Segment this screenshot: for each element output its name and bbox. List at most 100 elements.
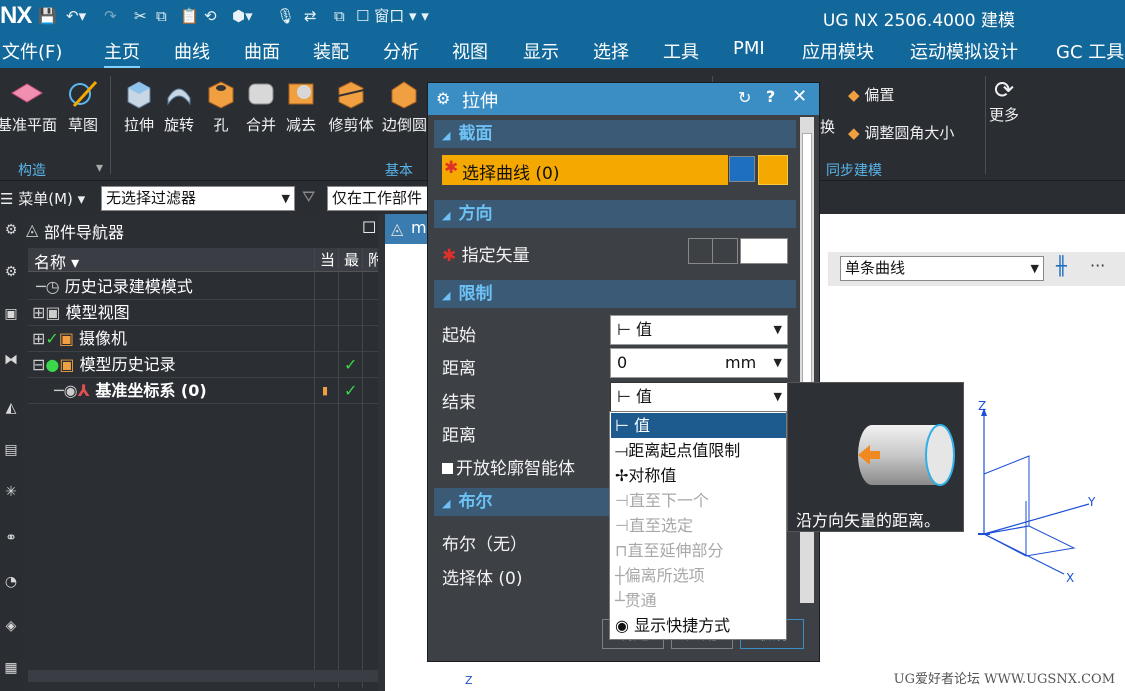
curve-rule-icon[interactable]: ╫: [1056, 256, 1067, 277]
column-name[interactable]: 名称 ▾: [34, 249, 79, 273]
scrollbar-thumb[interactable]: [802, 133, 812, 383]
dropdown-item-symmetric[interactable]: ✢对称值: [611, 463, 786, 488]
hole-button[interactable]: 孔: [202, 76, 240, 135]
repeat-icon[interactable]: ⟲: [204, 6, 217, 26]
group-construct-menu-icon[interactable]: ▾: [96, 160, 103, 176]
scope-select[interactable]: 仅在工作部件: [327, 186, 437, 211]
select-body-label[interactable]: 选择体 (0): [442, 564, 522, 589]
tree-row-datum-csys[interactable]: ─◉⅄ 基准坐标系 (0) ▮ ✓: [28, 378, 378, 404]
end-select[interactable]: ⊢ 值 ▼: [610, 382, 788, 412]
type-filter-select[interactable]: 无选择过滤器 ▼: [101, 186, 295, 211]
cube-icon[interactable]: ▣: [2, 306, 20, 324]
more-options-icon[interactable]: ···: [1090, 256, 1105, 275]
coordinate-icon[interactable]: ✳: [2, 484, 20, 502]
unite-button[interactable]: 合并: [242, 76, 280, 135]
tree-row-model-views[interactable]: ⊞▣ 模型视图: [28, 300, 378, 326]
close-icon[interactable]: ✕: [792, 86, 807, 107]
menu-view[interactable]: 视图: [452, 38, 488, 64]
open-profile-checkbox[interactable]: 开放轮廓智能体: [442, 454, 575, 479]
web-icon[interactable]: ▦: [2, 660, 20, 678]
save-icon[interactable]: 💾: [38, 6, 57, 26]
column-attach[interactable]: 附: [368, 249, 378, 270]
tree-row-history-mode[interactable]: ─◷ 历史记录建模模式: [28, 274, 378, 300]
dropdown-item-show-shortcuts[interactable]: ◉ 显示快捷方式: [611, 613, 786, 638]
menu-select[interactable]: 选择: [593, 38, 629, 64]
roles-icon[interactable]: ◭: [2, 400, 20, 418]
offset-button[interactable]: ◆ 偏置: [848, 84, 894, 105]
section-header-limits[interactable]: ◢ 限制: [434, 280, 796, 308]
paste-icon[interactable]: 📋: [180, 6, 199, 26]
menu-home[interactable]: 主页: [104, 38, 140, 68]
tree-row-cameras[interactable]: ⊞✓▣ 摄像机: [28, 326, 378, 352]
menu-button[interactable]: ☰ 菜单(M) ▾: [0, 188, 85, 209]
revolve-button[interactable]: 旋转: [160, 76, 198, 135]
menu-gc-tools[interactable]: GC 工具: [1056, 38, 1124, 64]
trim-body-button[interactable]: 修剪体: [326, 76, 376, 135]
window-switch-icon[interactable]: ⧉: [334, 6, 345, 26]
sketch-section-icon[interactable]: [729, 156, 755, 182]
reset-icon[interactable]: ↻: [738, 88, 751, 107]
dropdown-item-value[interactable]: ⊢ 值: [611, 413, 786, 438]
tree-row-model-history[interactable]: ⊟●▣ 模型历史记录 ✓: [28, 352, 378, 378]
window-menu[interactable]: ☐ 窗口 ▾ ▾: [356, 6, 429, 26]
specify-vector-row[interactable]: ✱ 指定矢量: [442, 241, 530, 266]
menu-assembly[interactable]: 装配: [313, 38, 349, 64]
microphone-icon[interactable]: 🎙: [276, 6, 295, 26]
reverse-direction-icon[interactable]: [688, 238, 714, 264]
select-curve-row[interactable]: ✱ 选择曲线 (0): [442, 155, 728, 185]
distance-input[interactable]: 0 mm ▼: [610, 348, 788, 378]
dialog-title-bar[interactable]: ⚙ 拉伸 ↻ ? ✕: [428, 83, 819, 115]
filter-icon[interactable]: ⛛: [302, 187, 315, 207]
checkbox-box[interactable]: [442, 463, 453, 474]
replace-label[interactable]: 换: [820, 116, 835, 137]
gear-icon[interactable]: ⚙: [436, 89, 450, 108]
maximize-icon[interactable]: ☐: [362, 218, 376, 237]
menu-tools[interactable]: 工具: [663, 38, 699, 64]
sketch-button[interactable]: 草图: [64, 76, 102, 135]
curve-select-icon[interactable]: [758, 155, 788, 185]
view-cube-icon[interactable]: ⬢▾: [232, 6, 253, 26]
redo-icon[interactable]: ↷: [104, 6, 117, 26]
column-latest[interactable]: 最: [344, 249, 359, 270]
collapse-icon[interactable]: ⊟: [32, 355, 45, 374]
copy-icon[interactable]: ⧉: [156, 6, 167, 26]
edge-blend-button[interactable]: 边倒圆: [382, 76, 426, 135]
process-icon[interactable]: ⚭: [2, 530, 20, 548]
extrude-button[interactable]: 拉伸: [120, 76, 158, 135]
expand-icon[interactable]: ⊞: [32, 329, 45, 348]
undo-icon[interactable]: ↶▾: [66, 6, 86, 26]
vector-dialog-icon[interactable]: [712, 238, 738, 264]
menu-surface[interactable]: 曲面: [244, 38, 280, 64]
subtract-button[interactable]: 减去: [282, 76, 320, 135]
horizontal-scrollbar[interactable]: [28, 670, 378, 682]
gear-icon[interactable]: ⚙: [2, 222, 20, 240]
section-header-section[interactable]: ◢ 截面: [434, 120, 796, 148]
section-header-direction[interactable]: ◢ 方向: [434, 200, 796, 228]
visibility-eye-icon[interactable]: ─◉: [54, 381, 78, 400]
dropdown-item-until-from-start[interactable]: ⟞距离起点值限制: [611, 438, 786, 463]
start-select[interactable]: ⊢ 值 ▼: [610, 315, 788, 345]
curve-rule-select[interactable]: 单条曲线 ▼: [840, 256, 1044, 281]
menu-file[interactable]: 文件(F): [2, 38, 62, 64]
datum-plane-button[interactable]: 基准平面: [0, 76, 58, 135]
palette-icon[interactable]: ◈: [2, 618, 20, 636]
settings-icon[interactable]: ⚙: [2, 264, 20, 282]
cut-icon[interactable]: ✂: [134, 6, 147, 26]
column-current[interactable]: 当: [320, 249, 335, 270]
menu-display[interactable]: 显示: [523, 38, 559, 64]
more-button[interactable]: ⟳ 更多: [984, 76, 1024, 125]
menu-analysis[interactable]: 分析: [383, 38, 419, 64]
history-icon[interactable]: ◔: [2, 574, 20, 592]
resize-blend-button[interactable]: ◆ 调整圆角大小: [848, 122, 954, 143]
menu-motion-design[interactable]: 运动模拟设计: [910, 38, 1018, 64]
vector-type-dropdown[interactable]: [740, 238, 788, 264]
menu-pmi[interactable]: PMI: [733, 38, 765, 59]
menu-applications[interactable]: 应用模块: [802, 38, 874, 64]
menu-curve[interactable]: 曲线: [174, 38, 210, 64]
expand-icon[interactable]: ⊞: [32, 303, 45, 322]
touch-mode-icon[interactable]: ⇄: [304, 6, 317, 26]
part-icon[interactable]: ▤: [2, 442, 20, 460]
chevron-down-icon: ▼: [281, 192, 290, 205]
help-icon[interactable]: ?: [766, 87, 775, 106]
constraint-icon[interactable]: ⧓: [2, 352, 20, 370]
